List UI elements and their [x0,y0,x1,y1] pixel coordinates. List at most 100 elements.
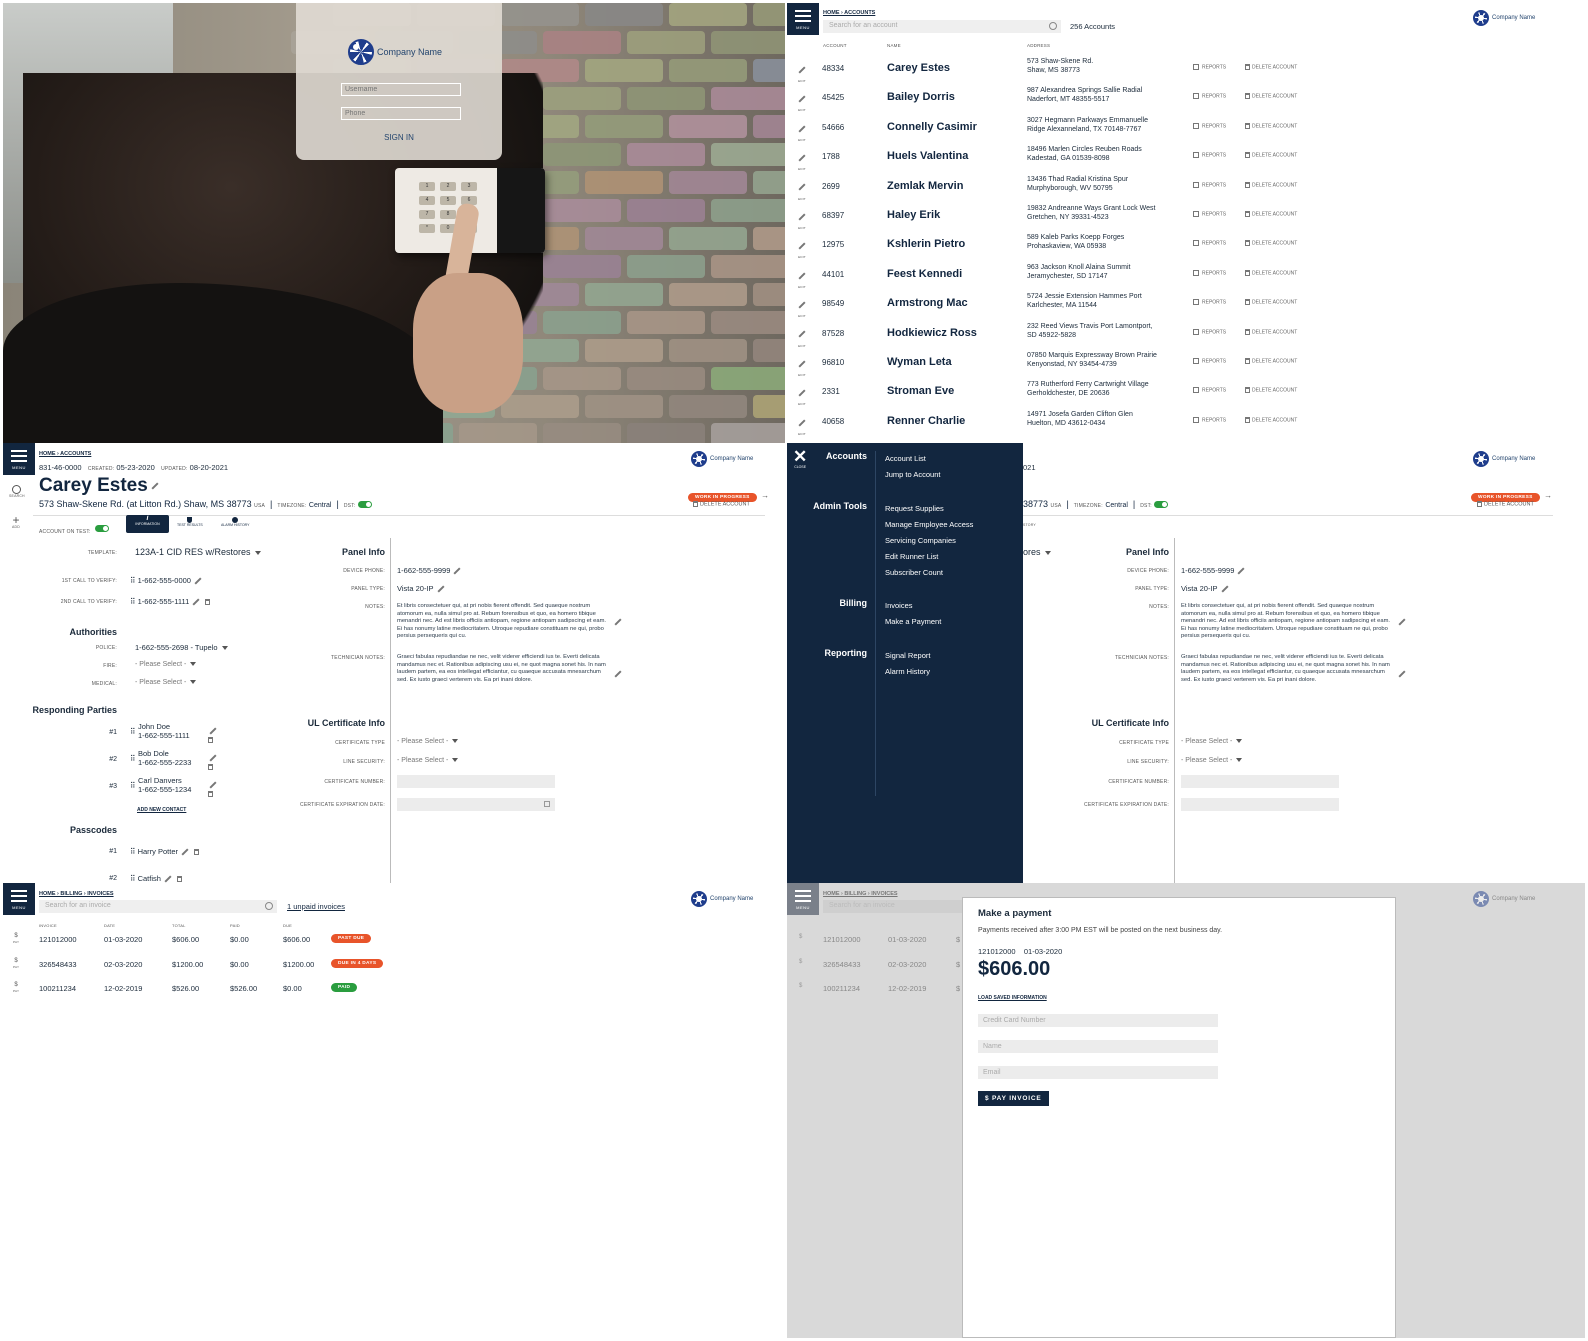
edit-icon[interactable] [181,848,189,856]
reports-button[interactable]: REPORTS [1193,416,1226,423]
tab-test-results[interactable]: TEST RESULTS [177,517,203,527]
delete-account-button[interactable]: DELETE ACCOUNT [1243,211,1297,217]
reports-button[interactable]: REPORTS [1193,122,1226,129]
account-name[interactable]: Stroman Eve [887,385,954,397]
edit-notes-icon[interactable] [614,618,622,626]
panel-type-value[interactable]: Vista 20-IP [397,584,448,593]
nav-item[interactable]: Account List [885,454,926,463]
edit-button[interactable]: EDIT [795,384,809,406]
account-row[interactable]: EDIT 48334 Carey Estes 573 Shaw-Skene Rd. Sh… [787,56,1585,85]
trash-icon[interactable] [208,737,213,744]
account-row[interactable]: EDIT 44101 Feest Kennedi 963 Jackson Knoll … [787,262,1585,291]
nav-section-title[interactable]: Billing [787,598,868,608]
delete-account-button[interactable]: DELETE ACCOUNT [1243,416,1297,423]
invoice-search-input[interactable]: Search for an invoice [39,900,277,913]
breadcrumb[interactable]: HOME › ACCOUNTS [823,10,875,16]
account-name[interactable]: Huels Valentina [887,150,968,162]
account-row[interactable]: EDIT 2699 Zemlak Mervin 13436 Thad Radial K… [787,174,1585,203]
call1-value[interactable]: ⠿ 1-662-555-0000 [130,576,205,585]
reports-button[interactable]: REPORTS [1193,328,1226,335]
add-contact-link[interactable]: ADD NEW CONTACT [137,807,186,813]
delete-account-button[interactable]: DELETE ACCOUNT [691,501,750,507]
nav-item[interactable]: Edit Runner List [885,552,938,561]
menu-button[interactable]: MENU [787,3,819,35]
account-name[interactable]: Connelly Casimir [887,121,977,133]
reports-button[interactable]: REPORTS [1193,269,1226,276]
edit-button[interactable]: EDIT [795,237,809,259]
phone-input[interactable] [341,107,461,120]
pay-invoice-button[interactable]: $ PAY INVOICE [978,1091,1049,1106]
delete-account-button[interactable]: DELETE ACCOUNT [1243,93,1297,100]
reports-button[interactable]: REPORTS [1193,387,1226,394]
delete-account-button[interactable]: DELETE ACCOUNT [1243,181,1297,188]
nav-item[interactable]: Alarm History [885,667,930,676]
nav-section-title[interactable]: Admin Tools [787,501,867,511]
cert-exp-input[interactable] [397,798,555,811]
menu-button[interactable]: MENU [787,883,819,915]
nav-section-title[interactable]: Accounts [787,451,867,461]
cert-number-input[interactable] [397,775,555,788]
edit-button[interactable]: EDIT [795,296,809,318]
breadcrumb[interactable]: HOME › ACCOUNTS [39,451,91,457]
technician-notes-text[interactable]: Graeci fabulas repudiandae ne nec, velit… [397,654,612,684]
reports-button[interactable]: REPORTS [1193,181,1226,188]
cert-type-select[interactable]: - Please Select - [397,738,459,745]
account-name[interactable]: Feest Kennedi [887,268,962,280]
account-name[interactable]: Armstrong Mac [887,297,968,309]
party-entry[interactable]: ⠿ Bob Dole 1-662-555-2233 [130,749,217,771]
account-name[interactable]: Zemlak Mervin [887,180,963,192]
trash-icon[interactable] [208,791,213,798]
nav-item[interactable]: Jump to Account [885,470,940,479]
name-input[interactable]: Name [978,1040,1218,1053]
edit-icon[interactable] [209,781,217,789]
edit-button[interactable]: EDIT [795,208,809,230]
nav-item[interactable]: Signal Report [885,651,930,660]
account-name[interactable]: Haley Erik [887,209,940,221]
account-search-input[interactable]: Search for an account [823,20,1061,33]
pay-button[interactable]: $ PAY [13,933,19,945]
account-row[interactable]: EDIT 87528 Hodkiewicz Ross 232 Reed Views T… [787,321,1585,350]
invoice-row[interactable]: $ PAY 100211234 12-02-2019 $526.00 $526.00 $0.… [3,980,785,1002]
delete-account-button[interactable]: DELETE ACCOUNT [1243,328,1297,335]
reports-button[interactable]: REPORTS [1193,93,1226,100]
menu-button[interactable]: MENU [3,443,35,475]
menu-button[interactable]: MENU [3,883,35,915]
account-name[interactable]: Wyman Leta [887,356,952,368]
notes-text[interactable]: Et libris consectetuer qui, at pri nobis… [397,603,612,641]
line-security-select[interactable]: - Please Select - [397,757,459,764]
account-row[interactable]: EDIT 2331 Stroman Eve 773 Rutherford Ferry … [787,379,1585,408]
pay-button[interactable]: $ PAY [13,982,19,994]
edit-button[interactable]: EDIT [795,414,809,436]
delete-account-button[interactable]: DELETE ACCOUNT [1243,64,1297,70]
dst-toggle[interactable] [358,501,372,509]
delete-account-button[interactable]: DELETE ACCOUNT [1243,122,1297,129]
nav-section-title[interactable]: Reporting [787,648,868,658]
edit-tech-notes-icon[interactable] [614,670,622,678]
edit-button[interactable]: EDIT [795,326,809,348]
device-phone-value[interactable]: 1-662-555-9999 [397,566,464,575]
account-row[interactable]: EDIT 12975 Kshlerin Pietro 589 Kaleb Parks … [787,232,1585,261]
passcode-entry[interactable]: ⠿ Harry Potter [130,847,201,856]
edit-icon[interactable] [209,754,217,762]
pay-button[interactable]: $ PAY [13,958,19,970]
nav-item[interactable]: Invoices [885,601,913,610]
sign-in-button[interactable]: SIGN IN [296,133,502,142]
credit-card-input[interactable]: Credit Card Number [978,1014,1218,1027]
edit-button[interactable]: EDIT [795,90,809,112]
edit-icon[interactable] [209,727,217,735]
fire-select[interactable]: - Please Select - [135,661,197,668]
reports-button[interactable]: REPORTS [1193,240,1226,247]
edit-button[interactable]: EDIT [795,355,809,377]
tab-alarm-history[interactable]: ALARM HISTORY [221,517,249,527]
edit-icon[interactable] [164,875,172,883]
invoice-row[interactable]: $ PAY 121012000 01-03-2020 $606.00 $0.00 $606.… [3,931,785,953]
unpaid-invoices-link[interactable]: 1 unpaid invoices [287,902,345,911]
account-row[interactable]: EDIT 40658 Renner Charlie 14971 Josefa Gard… [787,409,1585,438]
passcode-entry[interactable]: ⠿ Catfish [130,874,184,883]
load-saved-link[interactable]: LOAD SAVED INFORMATION [978,995,1047,1001]
account-name[interactable]: Carey Estes [887,62,950,74]
delete-account-button[interactable]: DELETE ACCOUNT [1243,358,1297,364]
breadcrumb[interactable]: HOME › BILLING › INVOICES [39,891,114,897]
account-name[interactable]: Renner Charlie [887,415,965,427]
username-input[interactable] [341,83,461,96]
